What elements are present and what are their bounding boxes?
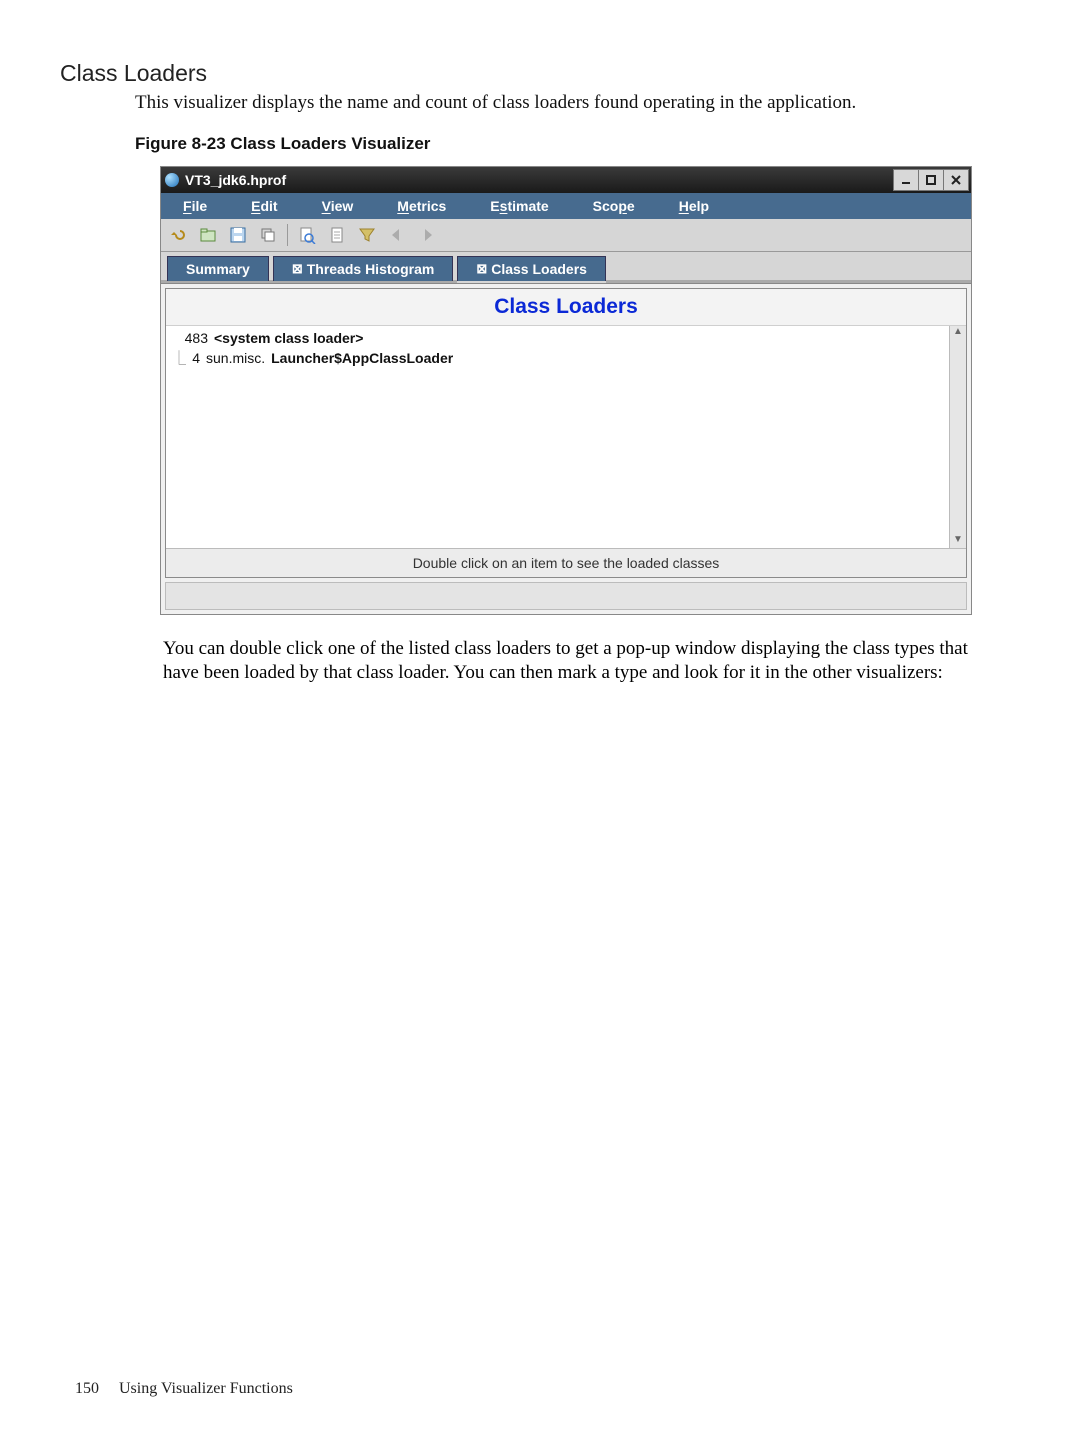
menu-file[interactable]: File (161, 198, 229, 214)
intro-paragraph: This visualizer displays the name and co… (135, 91, 1020, 116)
menu-estimate[interactable]: Estimate (468, 198, 570, 214)
undo-icon[interactable] (165, 222, 191, 248)
page-number: 150 (75, 1380, 99, 1397)
page-footer: 150 Using Visualizer Functions (75, 1380, 293, 1398)
preview-icon[interactable] (294, 222, 320, 248)
post-paragraph: You can double click one of the listed c… (163, 637, 972, 686)
menu-edit[interactable]: Edit (229, 198, 299, 214)
save-icon[interactable] (225, 222, 251, 248)
document-icon[interactable] (324, 222, 350, 248)
panel: Class Loaders 483 <system class loader> … (165, 288, 967, 578)
row-label: <system class loader> (214, 330, 363, 346)
row-bold: Launcher$AppClassLoader (271, 350, 453, 366)
list-item[interactable]: ⎿ 4 sun.misc. Launcher$AppClassLoader (172, 348, 966, 368)
window-title: VT3_jdk6.hprof (185, 172, 286, 188)
list-item[interactable]: 483 <system class loader> (172, 328, 966, 348)
forward-icon[interactable] (414, 222, 440, 248)
titlebar: VT3_jdk6.hprof (161, 167, 971, 193)
row-prefix: sun.misc. (206, 350, 265, 366)
statusbar (165, 582, 967, 610)
tab-threads-histogram[interactable]: ⊠ Threads Histogram (273, 256, 454, 281)
toolbar-separator (287, 224, 288, 246)
menu-scope[interactable]: Scope (571, 198, 657, 214)
hint-text: Double click on an item to see the loade… (166, 549, 966, 577)
tab-close-icon[interactable]: ⊠ (476, 261, 487, 277)
class-loader-list: 483 <system class loader> ⎿ 4 sun.misc. L… (166, 326, 966, 549)
footer-label: Using Visualizer Functions (119, 1380, 293, 1397)
tab-class-loaders[interactable]: ⊠ Class Loaders (457, 256, 606, 281)
app-icon (165, 173, 179, 187)
minimize-button[interactable] (893, 169, 919, 191)
menu-metrics[interactable]: Metrics (375, 198, 468, 214)
tree-handle-icon[interactable]: ⎿ (172, 348, 182, 368)
tabbar: Summary ⊠ Threads Histogram ⊠ Class Load… (161, 252, 971, 283)
filter-icon[interactable] (354, 222, 380, 248)
tab-content: Class Loaders 483 <system class loader> … (161, 283, 971, 610)
back-icon[interactable] (384, 222, 410, 248)
scroll-up-icon[interactable]: ▲ (951, 326, 965, 340)
open-icon[interactable] (195, 222, 221, 248)
menu-help[interactable]: Help (657, 198, 731, 214)
scroll-down-icon[interactable]: ▼ (951, 534, 965, 548)
maximize-button[interactable] (918, 169, 944, 191)
menu-view[interactable]: View (300, 198, 376, 214)
duplicate-icon[interactable] (255, 222, 281, 248)
close-button[interactable] (943, 169, 969, 191)
tab-label: Class Loaders (491, 261, 587, 277)
tab-label: Summary (186, 261, 250, 277)
section-heading: Class Loaders (60, 60, 1020, 87)
figure-caption: Figure 8-23 Class Loaders Visualizer (135, 134, 1020, 154)
tab-close-icon[interactable]: ⊠ (292, 261, 303, 277)
app-window: VT3_jdk6.hprof FileEditViewMetricsEstima… (160, 166, 972, 615)
scrollbar[interactable]: ▲ ▼ (949, 326, 966, 548)
menubar: FileEditViewMetricsEstimateScopeHelp (161, 193, 971, 219)
tab-label: Threads Histogram (307, 261, 435, 277)
row-count: 4 (188, 350, 200, 366)
tab-summary[interactable]: Summary (167, 256, 269, 281)
toolbar (161, 219, 971, 252)
panel-title: Class Loaders (166, 289, 966, 326)
window-controls (894, 169, 969, 191)
row-count: 483 (172, 330, 208, 346)
